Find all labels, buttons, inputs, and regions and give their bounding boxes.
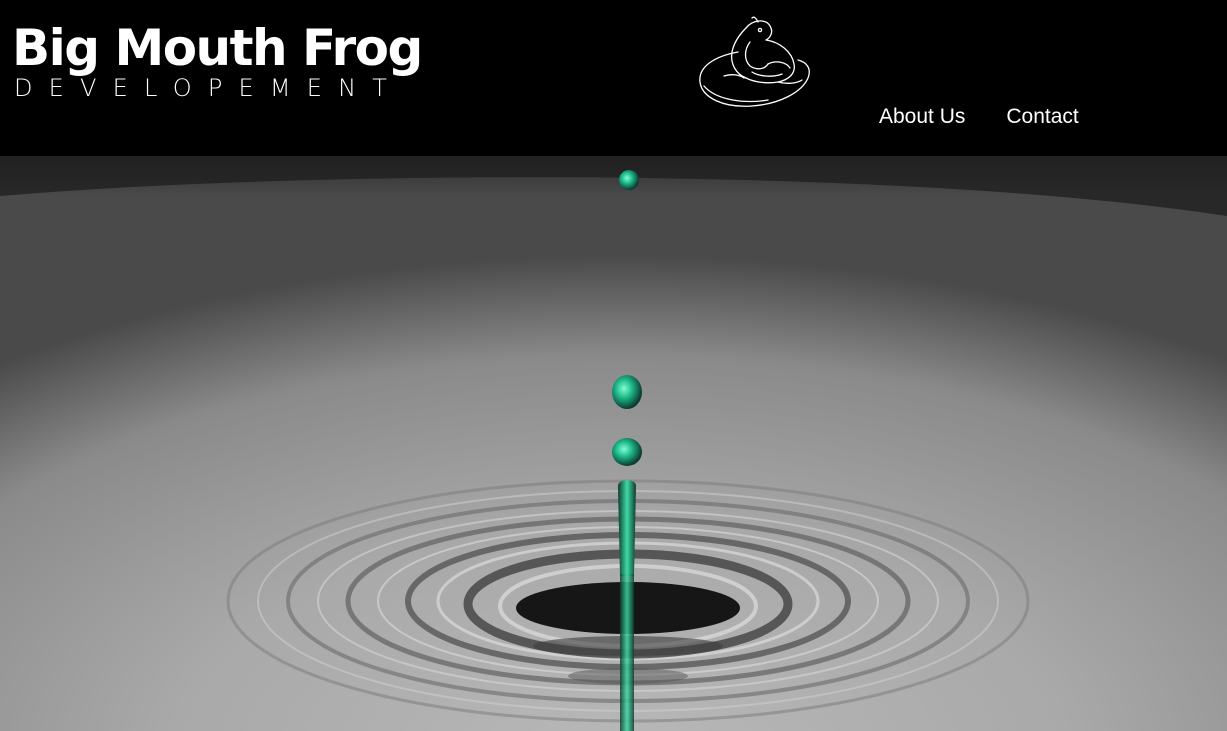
main-nav: About Us Contact xyxy=(879,102,1079,132)
nav-contact[interactable]: Contact xyxy=(1006,102,1078,132)
hero-image xyxy=(0,156,1227,731)
brand-title: Big Mouth Frog xyxy=(12,19,423,77)
frog-outline-logo-icon xyxy=(694,12,816,112)
nav-about-us[interactable]: About Us xyxy=(879,102,965,132)
brand-home-link[interactable]: Big Mouth Frog DEVELOPEMENT xyxy=(12,19,423,102)
site-header: Big Mouth Frog DEVELOPEMENT About Us Con… xyxy=(0,0,1227,156)
brand-subtitle: DEVELOPEMENT xyxy=(14,74,404,102)
